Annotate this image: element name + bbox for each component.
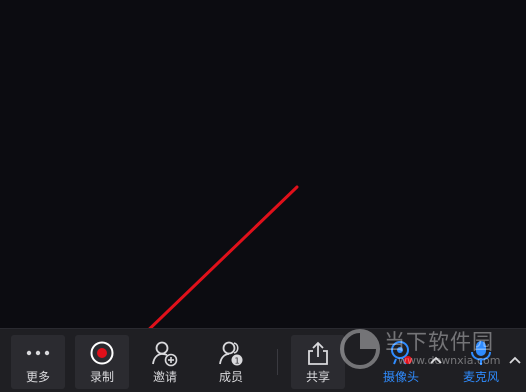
watermark-brand: 当下软件园: [384, 330, 494, 354]
invite-label: 邀请: [152, 370, 177, 384]
members-button[interactable]: 1 成员: [204, 335, 258, 389]
more-label: 更多: [25, 370, 50, 384]
more-icon: [24, 339, 52, 367]
watermark-url: www.downxia.com: [398, 354, 501, 367]
members-icon: 1: [217, 339, 245, 367]
members-label: 成员: [218, 370, 243, 384]
share-label: 共享: [305, 370, 330, 384]
share-button[interactable]: 共享: [291, 335, 345, 389]
record-label: 录制: [89, 370, 114, 384]
watermark-logo-icon: [340, 329, 380, 369]
invite-button[interactable]: 邀请: [138, 335, 192, 389]
svg-text:1: 1: [234, 357, 239, 366]
record-button[interactable]: 录制: [75, 335, 129, 389]
toolbar-divider: [277, 349, 278, 375]
record-icon: [88, 339, 116, 367]
add-user-icon: [151, 339, 179, 367]
share-icon: [304, 339, 332, 367]
watermark: 当下软件园 www.downxia.com: [340, 322, 526, 378]
more-button[interactable]: 更多: [11, 335, 65, 389]
